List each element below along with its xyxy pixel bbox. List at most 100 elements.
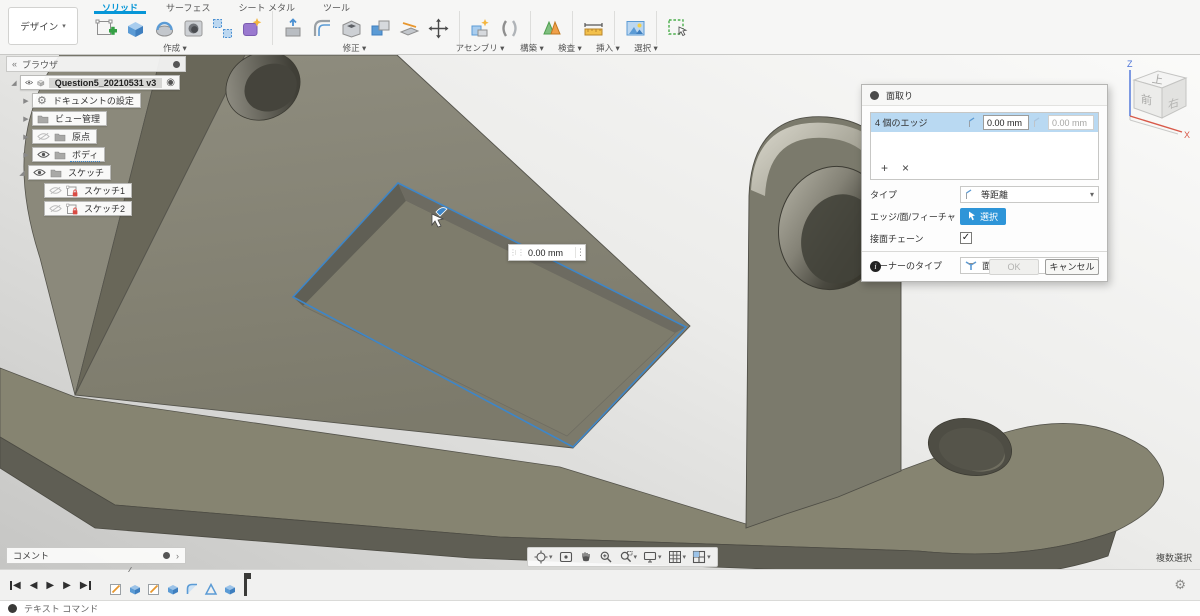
display-settings-icon[interactable]: ▾: [640, 548, 665, 566]
expand-icon[interactable]: ◢: [18, 169, 26, 177]
timeline-feature-sketch-1[interactable]: [109, 581, 124, 596]
root-component-label[interactable]: Question5_20210531 v3: [48, 77, 163, 88]
tree-row-sketch1[interactable]: スケッチ1: [44, 183, 186, 198]
tree-row-origin[interactable]: ▶ 原点: [22, 129, 186, 144]
combine-icon[interactable]: [367, 15, 394, 42]
tree-item-label[interactable]: ビュー管理: [53, 112, 102, 125]
tree-row-view-mgmt[interactable]: ▶ ビュー管理: [22, 111, 186, 126]
step-forward-button[interactable]: ▶: [63, 580, 71, 591]
tree-item-label[interactable]: ボディ: [70, 148, 101, 162]
revolve-icon[interactable]: [151, 15, 178, 42]
visibility-eye-icon[interactable]: [37, 150, 50, 159]
measure-icon[interactable]: [580, 15, 607, 42]
move-copy-icon[interactable]: [425, 15, 452, 42]
edge-set-list[interactable]: 4 個のエッジ + ×: [870, 112, 1099, 180]
visibility-eye-icon[interactable]: [33, 168, 46, 177]
drag-handle-icon[interactable]: ⋮⋮: [509, 249, 525, 257]
chamfer-type-select[interactable]: 等距離 ▾: [960, 185, 1099, 203]
visibility-eye-off-icon[interactable]: [37, 132, 50, 141]
expand-icon[interactable]: ◢: [10, 79, 18, 87]
viewports-icon[interactable]: ▾: [689, 548, 714, 566]
comments-options-icon[interactable]: [163, 552, 170, 559]
joint-icon[interactable]: [496, 15, 523, 42]
comments-bar[interactable]: コメント ›: [6, 547, 186, 564]
expand-icon[interactable]: ▶: [22, 115, 30, 123]
cancel-button[interactable]: キャンセル: [1045, 258, 1099, 275]
group-label-construct[interactable]: 構築 ▾: [513, 42, 551, 54]
tree-item-label[interactable]: ドキュメントの設定: [51, 94, 136, 107]
tree-row-root[interactable]: ◢ Question5_20210531 v3 ◉: [10, 75, 186, 90]
insert-image-icon[interactable]: [622, 15, 649, 42]
tree-row-bodies[interactable]: ▶ ボディ: [22, 147, 186, 162]
tree-item-label[interactable]: 原点: [70, 130, 92, 143]
timeline-feature-sketch-2[interactable]: [147, 581, 162, 596]
activate-radio-icon[interactable]: ◉: [166, 77, 175, 88]
add-edge-set-button[interactable]: +: [881, 161, 888, 175]
pan-icon[interactable]: [576, 548, 596, 566]
comments-expand-icon[interactable]: ›: [176, 551, 179, 561]
tangent-chain-checkbox[interactable]: ✓: [960, 232, 972, 244]
group-label-create[interactable]: 作成 ▾: [88, 42, 262, 54]
info-icon[interactable]: i: [870, 261, 881, 272]
visibility-eye-off-icon[interactable]: [49, 186, 62, 195]
timeline-feature-draft[interactable]: [204, 581, 219, 596]
grid-settings-icon[interactable]: ▾: [665, 548, 690, 566]
tree-row-sketches[interactable]: ◢ スケッチ: [18, 165, 186, 180]
distance1-input[interactable]: [983, 115, 1029, 130]
group-label-inspect[interactable]: 検査 ▾: [551, 42, 589, 54]
timeline-gear-icon[interactable]: ⚙: [1174, 577, 1186, 593]
timeline-feature-extrude-2[interactable]: [166, 581, 181, 596]
tab-solid[interactable]: ソリッド: [88, 0, 152, 14]
rectangular-pattern-icon[interactable]: [209, 15, 236, 42]
dimension-menu-icon[interactable]: ⋮: [575, 247, 585, 258]
press-pull-icon[interactable]: [280, 15, 307, 42]
fillet-icon[interactable]: [309, 15, 336, 42]
dimension-input-box[interactable]: ⋮⋮ 0.00 mm ⋮: [508, 244, 586, 261]
skip-to-start-button[interactable]: ◀: [10, 580, 21, 591]
timeline-position-marker[interactable]: [243, 573, 251, 596]
group-label-assemble[interactable]: アセンブリ ▾: [447, 42, 513, 54]
collapse-panel-icon[interactable]: «: [12, 59, 17, 69]
tab-surface[interactable]: サーフェス: [152, 0, 224, 13]
timeline-feature-extrude-3[interactable]: [223, 581, 238, 596]
look-at-icon[interactable]: [556, 548, 576, 566]
viewcube[interactable]: Z X 上 前 右: [1116, 58, 1196, 150]
text-command-bar[interactable]: テキスト コマンド: [0, 600, 1200, 616]
distance2-input[interactable]: [1048, 115, 1094, 130]
window-select-icon[interactable]: [664, 15, 691, 42]
expand-icon[interactable]: ▶: [22, 151, 30, 159]
play-button[interactable]: ▶: [46, 580, 54, 591]
dimension-value[interactable]: 0.00 mm: [516, 248, 575, 258]
expand-icon[interactable]: ▶: [22, 133, 30, 141]
edge-set-row[interactable]: 4 個のエッジ: [871, 113, 1098, 132]
tree-row-doc-settings[interactable]: ▶ ⚙ ドキュメントの設定: [22, 93, 186, 108]
panel-options-icon[interactable]: [173, 60, 180, 68]
tab-tools[interactable]: ツール: [309, 0, 364, 13]
group-label-select[interactable]: 選択 ▾: [627, 42, 665, 54]
create-sketch-icon[interactable]: [93, 15, 120, 42]
zoom-icon[interactable]: [596, 548, 616, 566]
ok-button[interactable]: OK: [989, 258, 1039, 275]
group-label-insert[interactable]: 挿入 ▾: [589, 42, 627, 54]
shell-icon[interactable]: [338, 15, 365, 42]
tree-item-label[interactable]: スケッチ1: [82, 184, 127, 197]
dialog-titlebar[interactable]: 面取り: [862, 85, 1107, 106]
extrude-icon[interactable]: [122, 15, 149, 42]
select-button[interactable]: 選択: [960, 207, 1006, 225]
expand-icon[interactable]: ▶: [22, 97, 30, 105]
orbit-icon[interactable]: ▾: [531, 548, 556, 566]
new-component-icon[interactable]: [467, 15, 494, 42]
browser-header[interactable]: « ブラウザ: [6, 56, 186, 72]
workspace-selector[interactable]: デザイン ▾: [8, 7, 78, 45]
construction-plane-icon[interactable]: [538, 15, 565, 42]
visibility-eye-off-icon[interactable]: [49, 204, 62, 213]
skip-to-end-button[interactable]: ▶: [80, 580, 91, 591]
group-label-modify[interactable]: 修正 ▾: [262, 42, 447, 54]
tree-item-label[interactable]: スケッチ2: [82, 202, 127, 215]
tab-sheet-metal[interactable]: シート メタル: [224, 0, 309, 13]
tree-item-label[interactable]: スケッチ: [66, 166, 106, 179]
tree-row-sketch2[interactable]: スケッチ2: [44, 201, 186, 216]
hole-icon[interactable]: [180, 15, 207, 42]
remove-edge-set-button[interactable]: ×: [902, 161, 909, 175]
create-form-icon[interactable]: [238, 15, 265, 42]
